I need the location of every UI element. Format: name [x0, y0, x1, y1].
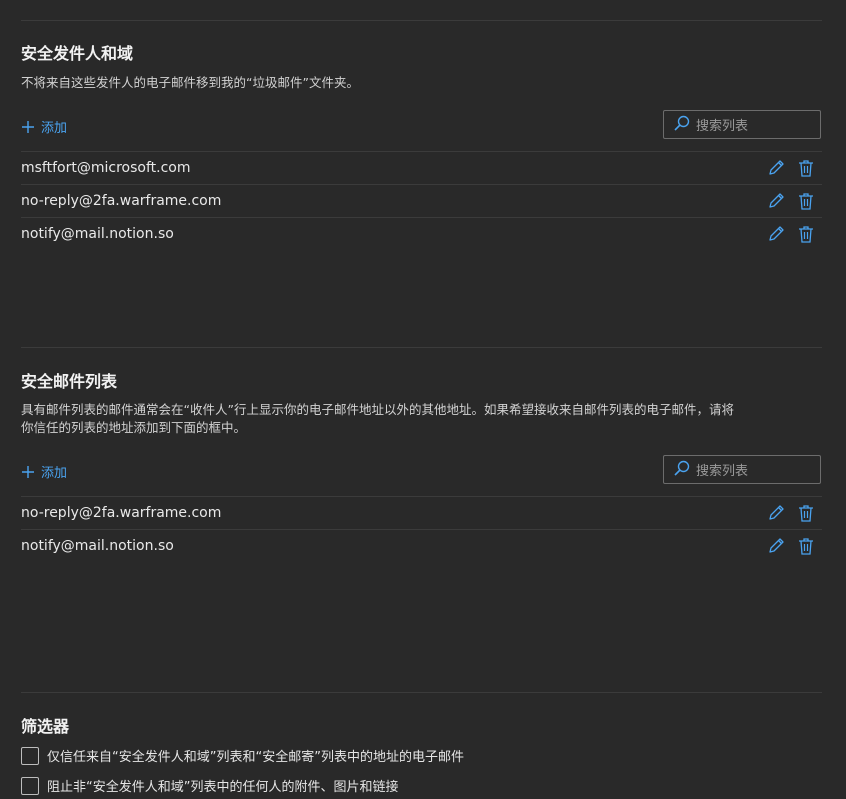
list-item: notify@mail.notion.so	[21, 529, 822, 562]
filters-title: 筛选器	[21, 717, 70, 736]
list-item-address: msftfort@microsoft.com	[21, 160, 191, 176]
checkbox[interactable]	[21, 776, 39, 795]
search-icon	[674, 115, 690, 135]
list-item-address: no-reply@2fa.warframe.com	[21, 193, 222, 209]
pencil-icon[interactable]	[767, 225, 785, 243]
pencil-icon[interactable]	[767, 537, 785, 555]
search-placeholder: 搜索列表	[696, 119, 749, 134]
plus-icon	[21, 120, 35, 134]
filter-option-trusted-only[interactable]: 仅信任来自“安全发件人和域”列表和“安全邮寄”列表中的地址的电子邮件	[21, 746, 464, 765]
safe-senders-search-input[interactable]: 搜索列表	[663, 110, 821, 139]
list-item: msftfort@microsoft.com	[21, 151, 822, 184]
section-divider	[21, 347, 822, 348]
trash-icon[interactable]	[798, 192, 814, 210]
safe-senders-list: msftfort@microsoft.com no-reply@2fa.warf…	[21, 151, 822, 250]
search-icon	[674, 460, 690, 480]
safe-senders-add-button[interactable]: 添加	[21, 117, 67, 136]
safe-mailing-lists-description-line2: 你信任的列表的地址添加到下面的框中。	[21, 420, 247, 435]
checkbox[interactable]	[21, 746, 39, 765]
list-item-address: no-reply@2fa.warframe.com	[21, 505, 222, 521]
pencil-icon[interactable]	[767, 192, 785, 210]
list-item: no-reply@2fa.warframe.com	[21, 496, 822, 529]
safe-mailing-lists-list: no-reply@2fa.warframe.com notify@mail.no…	[21, 496, 822, 562]
safe-senders-title: 安全发件人和域	[21, 44, 134, 63]
trash-icon[interactable]	[798, 225, 814, 243]
safe-mailing-lists-title: 安全邮件列表	[21, 372, 118, 391]
trash-icon[interactable]	[798, 159, 814, 177]
add-label: 添加	[41, 466, 68, 481]
trash-icon[interactable]	[798, 537, 814, 555]
add-label: 添加	[41, 121, 68, 136]
plus-icon	[21, 465, 35, 479]
filter-option-block-attachments[interactable]: 阻止非“安全发件人和域”列表中的任何人的附件、图片和链接	[21, 776, 398, 795]
pencil-icon[interactable]	[767, 159, 785, 177]
list-item-address: notify@mail.notion.so	[21, 226, 174, 242]
top-divider	[21, 20, 822, 21]
pencil-icon[interactable]	[767, 504, 785, 522]
safe-mailing-lists-search-input[interactable]: 搜索列表	[663, 455, 821, 484]
safe-mailing-lists-add-button[interactable]: 添加	[21, 462, 67, 481]
search-placeholder: 搜索列表	[696, 464, 749, 479]
safe-mailing-lists-description-line1: 具有邮件列表的邮件通常会在“收件人”行上显示你的电子邮件地址以外的其他地址。如果…	[21, 402, 734, 417]
list-item: no-reply@2fa.warframe.com	[21, 184, 822, 217]
trash-icon[interactable]	[798, 504, 814, 522]
safe-senders-description: 不将来自这些发件人的电子邮件移到我的“垃圾邮件”文件夹。	[21, 75, 359, 90]
checkbox-label: 阻止非“安全发件人和域”列表中的任何人的附件、图片和链接	[47, 780, 399, 795]
checkbox-label: 仅信任来自“安全发件人和域”列表和“安全邮寄”列表中的地址的电子邮件	[47, 750, 464, 765]
list-item: notify@mail.notion.so	[21, 217, 822, 250]
list-item-address: notify@mail.notion.so	[21, 538, 174, 554]
section-divider	[21, 692, 822, 693]
